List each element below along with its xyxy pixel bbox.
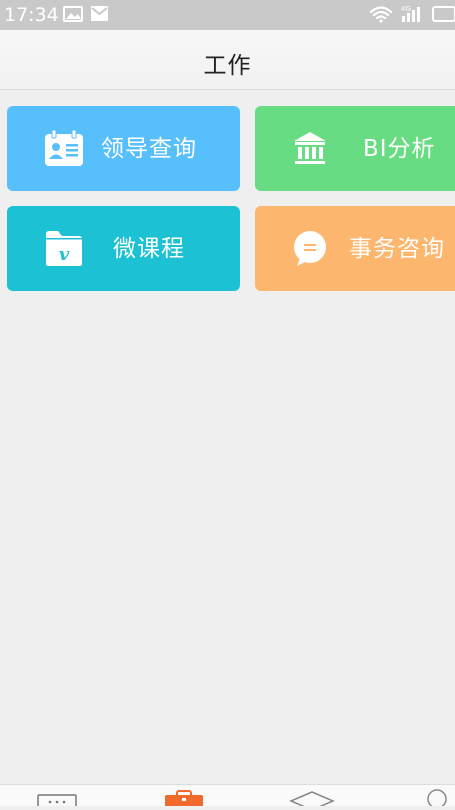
wifi-icon [369,6,393,23]
tile-label-micro-course: 微课程 [113,236,185,262]
signal-4g-icon: 4G [401,5,420,22]
title-bar: 工作 [0,30,455,90]
video-folder-icon: v [46,231,82,266]
nav-item-me[interactable] [424,785,455,809]
tile-label-affairs-consult: 事务咨询 [349,236,445,262]
chat-bubble-icon [294,231,326,266]
tile-micro-course[interactable]: v 微课程 [7,206,240,291]
tile-label-leader-query: 领导查询 [101,136,197,162]
tile-label-bi-analysis: BI分析 [363,136,436,162]
battery-icon [432,6,455,22]
bottom-nav [0,784,455,810]
contact-card-icon [45,129,83,166]
message-icon [37,794,77,810]
status-icons: 4G [63,5,455,23]
image-icon [63,6,83,22]
tile-leader-query[interactable]: 领导查询 [7,106,240,191]
network-label: 4G [401,5,411,13]
status-bar: 17:34 4G [0,0,455,30]
mail-icon [91,6,108,21]
tile-affairs-consult[interactable]: 事务咨询 [255,206,455,291]
page-title: 工作 [203,53,252,79]
tile-bi-analysis[interactable]: BI分析 [255,106,455,191]
svg-text:v: v [59,244,70,265]
nav-item-work[interactable] [162,785,206,809]
bank-building-icon [294,132,326,164]
nav-item-message[interactable] [36,785,80,810]
user-icon [427,789,447,809]
graduation-cap-icon [289,791,335,810]
briefcase-icon [165,790,203,809]
nav-item-course[interactable] [288,785,336,810]
